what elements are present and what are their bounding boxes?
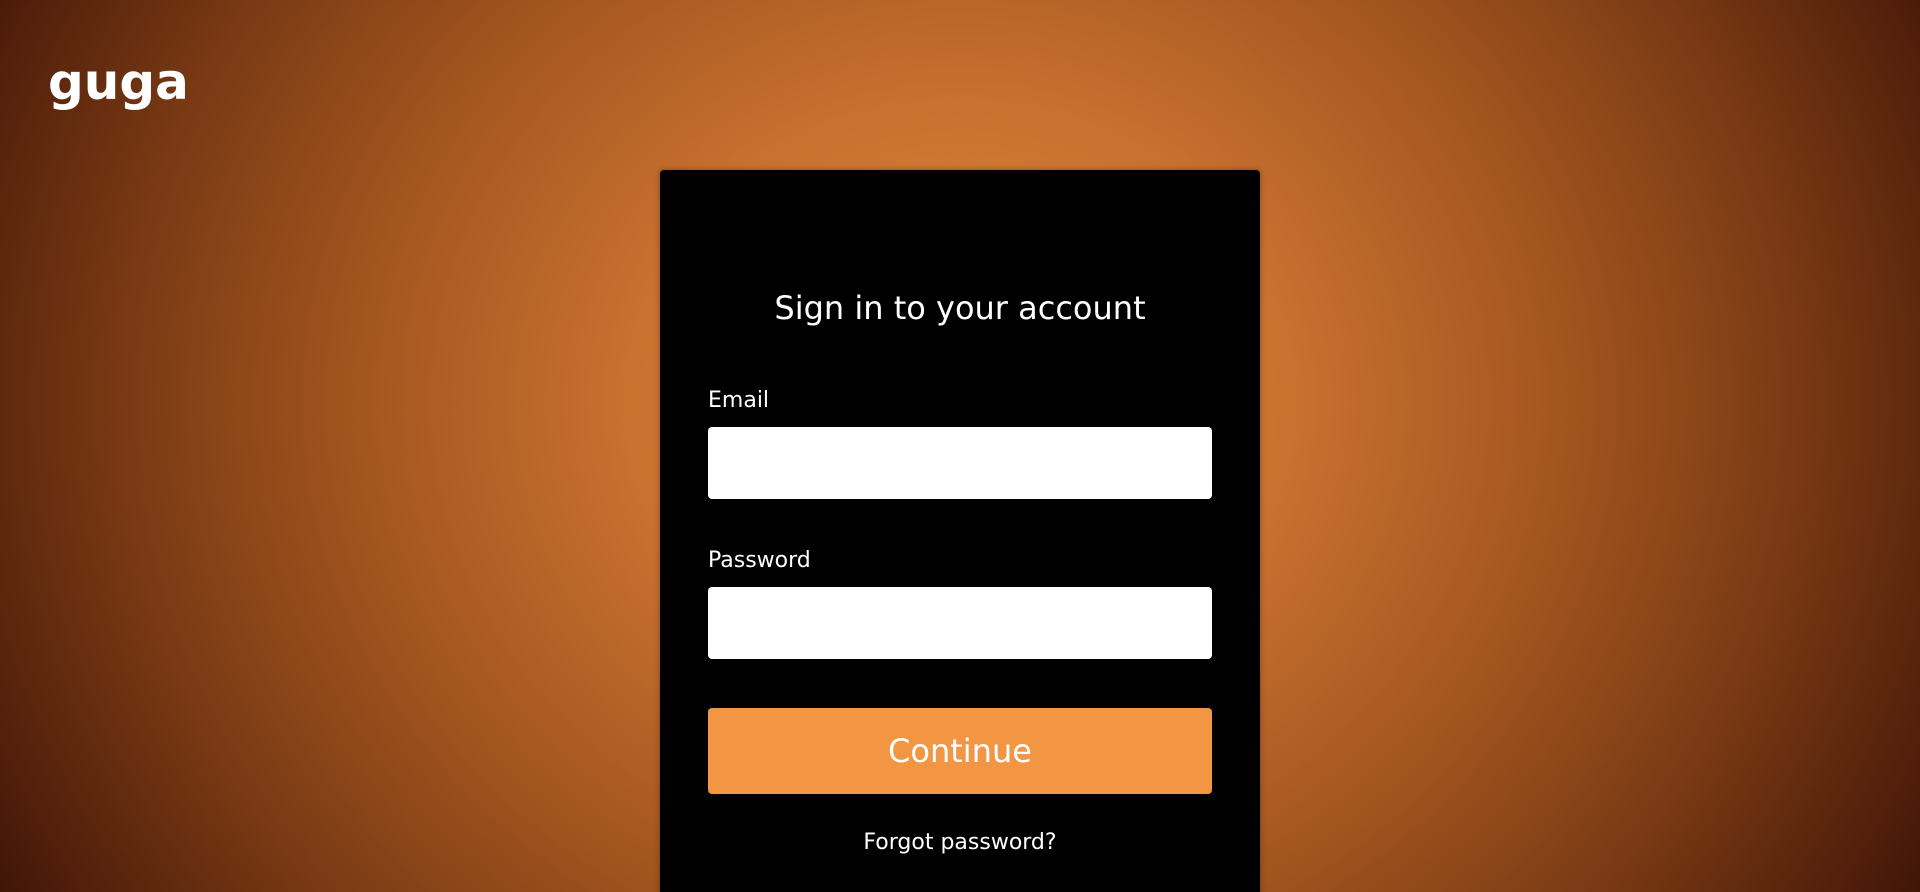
email-input[interactable] (708, 427, 1212, 499)
signin-title: Sign in to your account (774, 289, 1146, 327)
continue-button[interactable]: Continue (708, 708, 1212, 794)
password-label: Password (708, 548, 811, 573)
brand-logo: guga (48, 53, 189, 111)
email-label: Email (708, 388, 770, 413)
forgot-password-link[interactable]: Forgot password? (660, 828, 1260, 858)
password-input[interactable] (708, 587, 1212, 659)
